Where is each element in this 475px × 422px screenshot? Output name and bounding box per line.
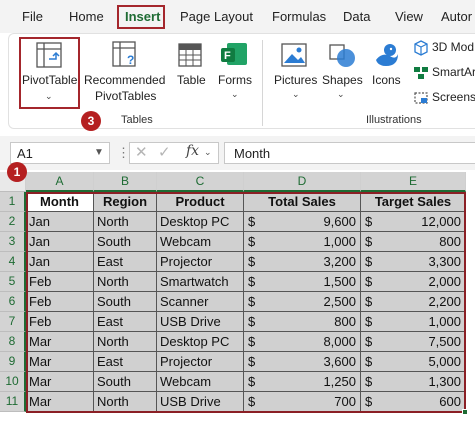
- tab-formulas[interactable]: Formulas: [272, 9, 326, 24]
- pivot-table-chevron-down-icon[interactable]: ⌄: [45, 91, 53, 102]
- tab-file[interactable]: File: [22, 9, 43, 24]
- smartart-icon[interactable]: [413, 65, 429, 81]
- name-box-chevron-down-icon[interactable]: ▼: [94, 147, 104, 158]
- recommended-pivot-tables-icon[interactable]: ?: [110, 40, 140, 70]
- fill-handle[interactable]: [462, 409, 468, 415]
- column-header-a[interactable]: A: [26, 172, 94, 192]
- row-header-7[interactable]: 7: [0, 312, 26, 332]
- step-badge-3: 3: [81, 111, 101, 131]
- ribbon-separator: [262, 40, 263, 126]
- enter-icon[interactable]: ✓: [158, 143, 171, 161]
- table-icon[interactable]: [177, 42, 203, 68]
- shapes-icon[interactable]: [327, 40, 357, 70]
- column-header-b[interactable]: B: [94, 172, 157, 192]
- illustrations-group-label: Illustrations: [366, 114, 422, 126]
- svg-text:F: F: [224, 50, 231, 62]
- data-range-highlight: [26, 192, 466, 413]
- insert-tab-highlight: [117, 5, 165, 29]
- pictures-icon[interactable]: [280, 42, 308, 68]
- icons-icon[interactable]: [372, 40, 402, 70]
- smartart-label[interactable]: SmartAr: [432, 65, 475, 79]
- column-header-d[interactable]: D: [244, 172, 361, 192]
- row-header-3[interactable]: 3: [0, 232, 26, 252]
- step-badge-1: 1: [7, 162, 27, 182]
- row-header-9[interactable]: 9: [0, 352, 26, 372]
- row-header-1[interactable]: 1: [0, 192, 26, 212]
- shapes-chevron-down-icon[interactable]: ⌄: [337, 89, 345, 100]
- row-header-8[interactable]: 8: [0, 332, 26, 352]
- 3d-models-label[interactable]: 3D Mod: [432, 40, 474, 54]
- row-header-5[interactable]: 5: [0, 272, 26, 292]
- column-header-e[interactable]: E: [361, 172, 466, 192]
- shapes-label[interactable]: Shapes: [322, 73, 363, 87]
- tab-view[interactable]: View: [395, 9, 423, 24]
- screenshot-icon[interactable]: [413, 90, 429, 106]
- insert-function-icon[interactable]: fx: [186, 143, 199, 159]
- fx-chevron-down-icon[interactable]: ⌄: [204, 147, 212, 158]
- row-header-10[interactable]: 10: [0, 372, 26, 392]
- tab-data[interactable]: Data: [343, 9, 370, 24]
- forms-icon[interactable]: F: [219, 40, 249, 70]
- tab-home[interactable]: Home: [69, 9, 104, 24]
- recommended-pivot-tables-line2[interactable]: PivotTables: [95, 89, 156, 103]
- pictures-label[interactable]: Pictures: [274, 73, 317, 87]
- screenshot-label[interactable]: Screens: [432, 90, 475, 104]
- table-label[interactable]: Table: [177, 73, 206, 87]
- pictures-chevron-down-icon[interactable]: ⌄: [292, 89, 300, 100]
- 3d-models-icon[interactable]: [413, 40, 429, 56]
- icons-label[interactable]: Icons: [372, 73, 401, 87]
- formula-input[interactable]: Month: [224, 142, 475, 164]
- forms-chevron-down-icon[interactable]: ⌄: [231, 89, 239, 100]
- tables-group-label: Tables: [121, 114, 153, 126]
- row-header-11[interactable]: 11: [0, 392, 26, 412]
- pivot-table-icon: [36, 42, 62, 68]
- forms-label[interactable]: Forms: [218, 73, 252, 87]
- column-header-c[interactable]: C: [157, 172, 244, 192]
- row-header-6[interactable]: 6: [0, 292, 26, 312]
- tab-automate[interactable]: Autor: [441, 9, 472, 24]
- svg-text:?: ?: [127, 53, 134, 67]
- tab-page-layout[interactable]: Page Layout: [180, 9, 253, 24]
- row-header-4[interactable]: 4: [0, 252, 26, 272]
- recommended-pivot-tables-line1[interactable]: Recommended: [84, 73, 165, 87]
- cancel-icon[interactable]: ✕: [135, 143, 148, 161]
- pivot-table-label: PivotTable: [22, 73, 78, 87]
- row-header-2[interactable]: 2: [0, 212, 26, 232]
